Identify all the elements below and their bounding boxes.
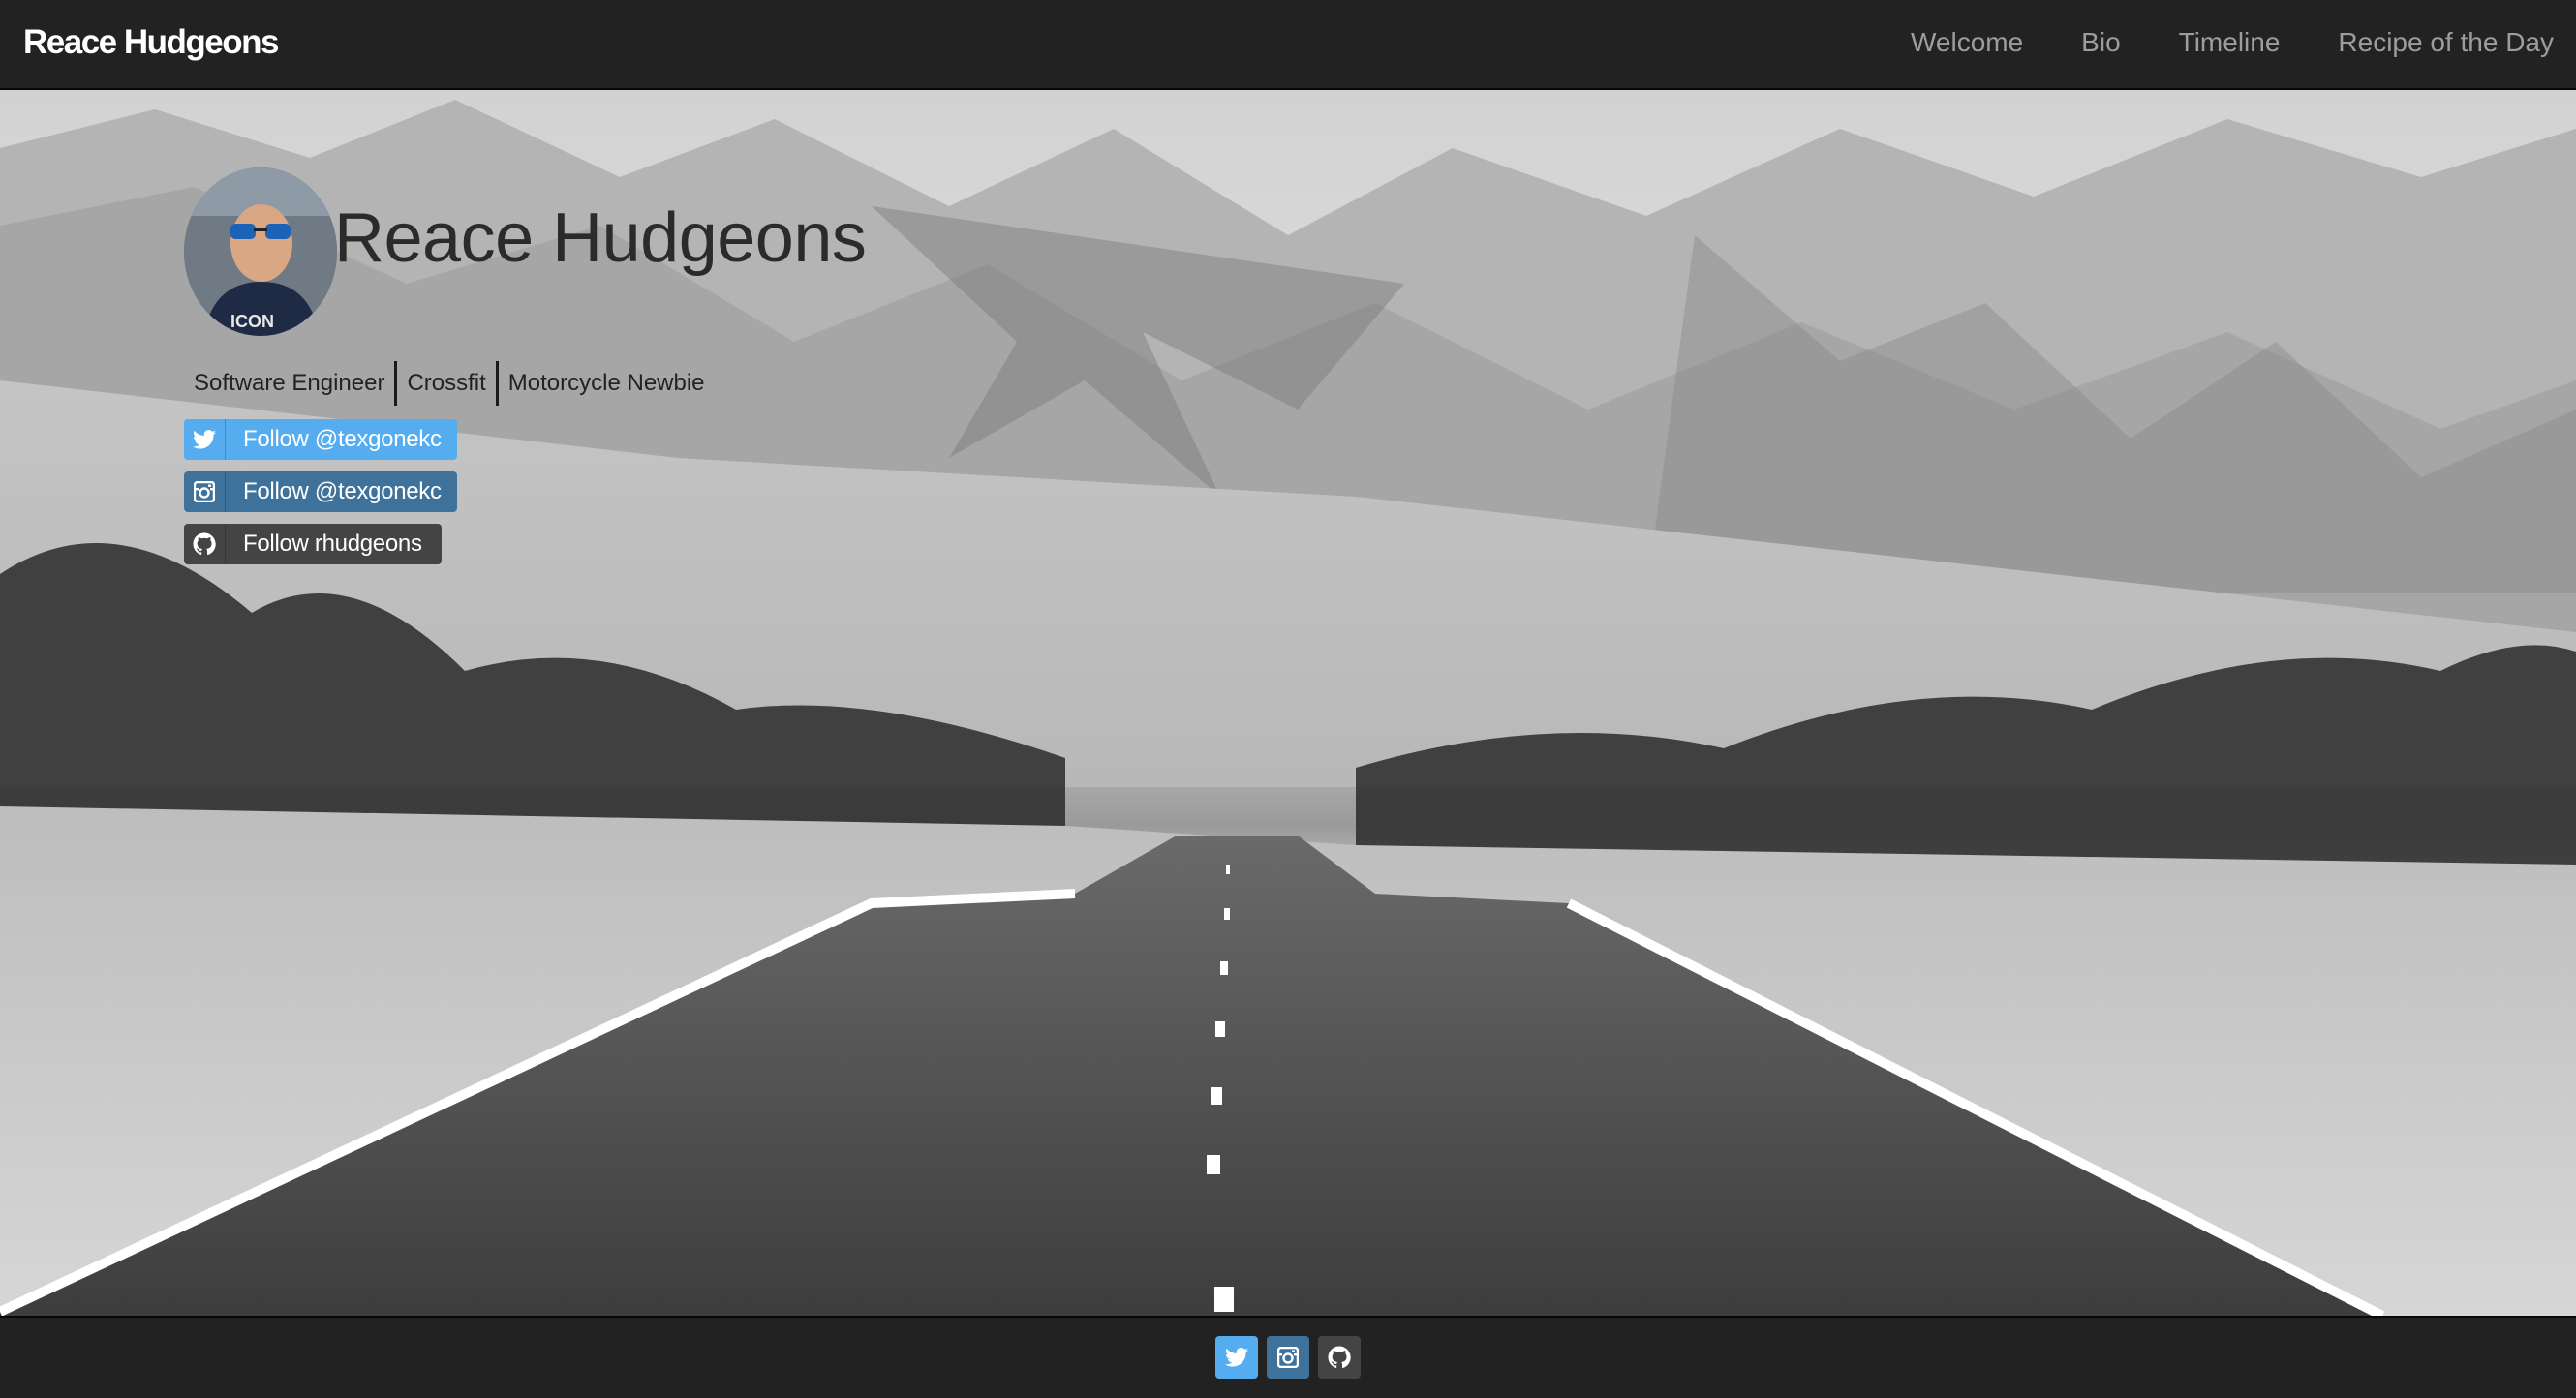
nav-link-bio[interactable]: Bio bbox=[2081, 23, 2120, 62]
top-navbar: Reace Hudgeons Welcome Bio Timeline Reci… bbox=[0, 0, 2576, 90]
nav-link-timeline[interactable]: Timeline bbox=[2179, 23, 2281, 62]
follow-twitter-label: Follow @texgonekc bbox=[243, 426, 442, 452]
tag-motorcycle-newbie: Motorcycle Newbie bbox=[495, 361, 715, 406]
follow-instagram-label: Follow @texgonekc bbox=[243, 478, 442, 504]
follow-github-button[interactable]: Follow rhudgeons bbox=[184, 524, 442, 564]
instagram-icon bbox=[1277, 1347, 1299, 1368]
footer bbox=[0, 1316, 2576, 1398]
follow-instagram-button[interactable]: Follow @texgonekc bbox=[184, 471, 457, 512]
hero-name: Reace Hudgeons bbox=[334, 199, 867, 277]
nav-link-recipe-of-the-day[interactable]: Recipe of the Day bbox=[2338, 23, 2554, 62]
brand-link[interactable]: Reace Hudgeons bbox=[23, 21, 279, 64]
tag-software-engineer: Software Engineer bbox=[194, 370, 385, 396]
tag-list: Software Engineer Crossfit Motorcycle Ne… bbox=[194, 361, 715, 406]
avatar: ICON bbox=[184, 167, 337, 336]
instagram-icon bbox=[184, 471, 226, 512]
footer-github-button[interactable] bbox=[1318, 1336, 1361, 1379]
nav-link-welcome[interactable]: Welcome bbox=[1911, 23, 2023, 62]
footer-instagram-button[interactable] bbox=[1267, 1336, 1309, 1379]
follow-github-label: Follow rhudgeons bbox=[243, 531, 422, 557]
twitter-icon bbox=[184, 419, 226, 460]
svg-text:ICON: ICON bbox=[230, 312, 274, 331]
twitter-icon bbox=[1225, 1348, 1248, 1367]
hero-section: ICON Reace Hudgeons Software Engineer Cr… bbox=[0, 90, 2576, 1316]
footer-twitter-button[interactable] bbox=[1215, 1336, 1258, 1379]
follow-twitter-button[interactable]: Follow @texgonekc bbox=[184, 419, 457, 460]
github-icon bbox=[184, 524, 226, 564]
github-icon bbox=[1328, 1346, 1351, 1369]
nav-links: Welcome Bio Timeline Recipe of the Day bbox=[1853, 23, 2554, 62]
tag-crossfit: Crossfit bbox=[394, 361, 495, 406]
avatar-photo: ICON bbox=[184, 167, 337, 336]
footer-social-icons bbox=[1215, 1336, 1361, 1379]
